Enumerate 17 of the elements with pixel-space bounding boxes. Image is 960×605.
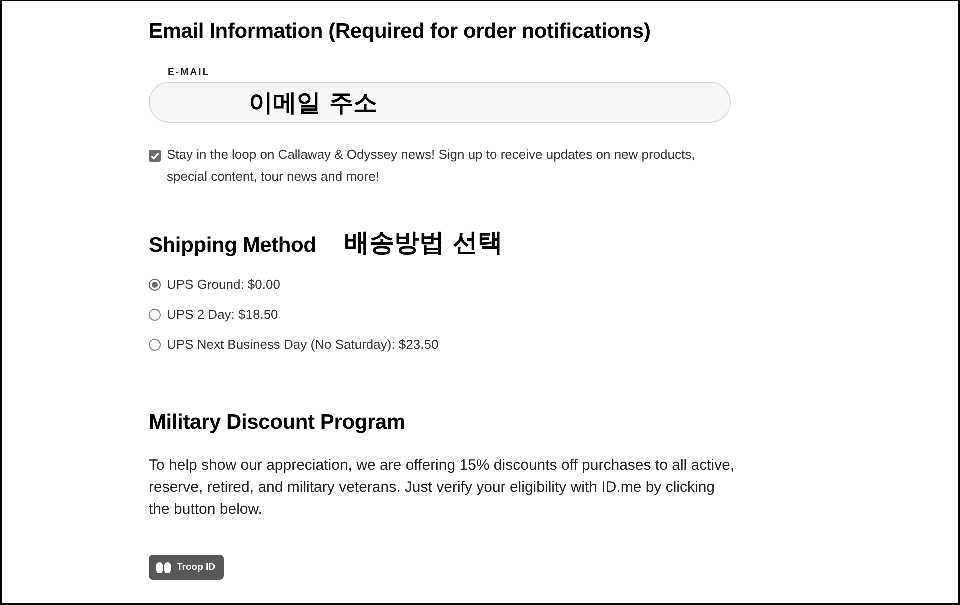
email-field[interactable]: 이메일 주소	[149, 82, 731, 123]
newsletter-label: Stay in the loop on Callaway & Odyssey news! Sign up to receive updates on new products, special content, tour news and more!	[167, 146, 696, 186]
shipping-option[interactable]: UPS 2 Day: $18.50	[149, 306, 278, 324]
radio-button[interactable]	[149, 309, 161, 321]
section-heading: Email Information (Required for order notifications)	[149, 19, 651, 45]
radio-button[interactable]	[149, 279, 161, 291]
field-label: E-MAIL	[168, 67, 210, 79]
radio-button[interactable]	[149, 339, 161, 351]
troop-id-button[interactable]: Troop ID	[149, 555, 224, 580]
dog-tags-icon	[156, 562, 172, 574]
section-heading: Military Discount Program	[149, 410, 406, 436]
discount-description: To help show our appreciation, we are offering 15% discounts off purchases to all active, reserve, retired, and military veterans. Just verify your eligibility with ID.me by clicking the button below.	[149, 456, 736, 520]
shipping-option[interactable]: UPS Ground: $0.00	[149, 276, 280, 294]
annotation-text: 배송방법 선택	[344, 228, 504, 258]
section-heading: Shipping Method	[149, 233, 316, 259]
shipping-option[interactable]: UPS Next Business Day (No Saturday): $23.50	[149, 336, 439, 354]
newsletter-checkbox[interactable]	[149, 150, 161, 162]
